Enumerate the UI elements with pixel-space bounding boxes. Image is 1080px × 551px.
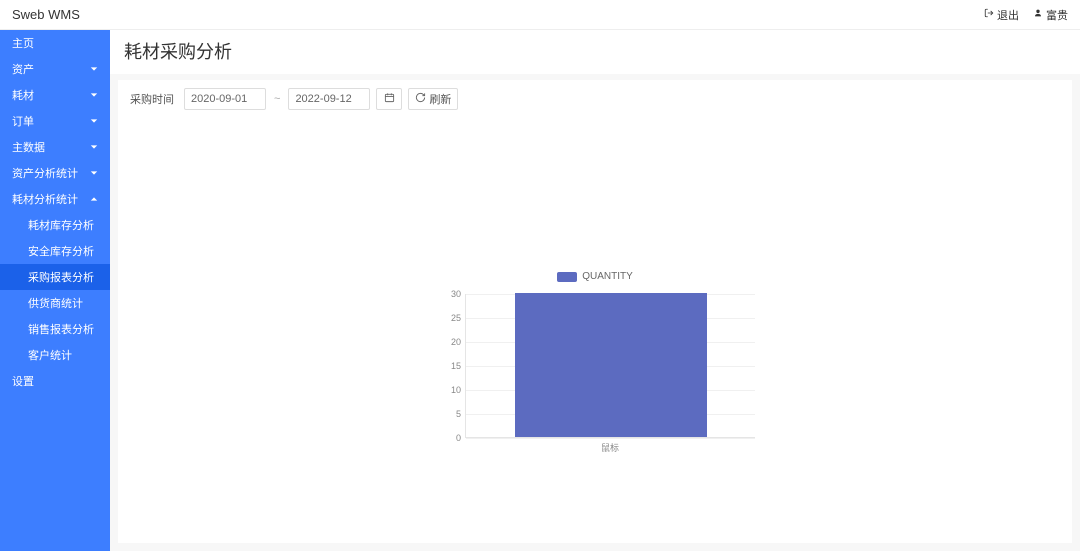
sidebar-item[interactable]: 订单: [0, 108, 110, 134]
filter-bar: 采购时间 ~ 刷新: [130, 88, 1060, 110]
sidebar-item[interactable]: 资产: [0, 56, 110, 82]
calendar-icon: [384, 92, 395, 106]
sidebar-item-label: 订单: [12, 113, 34, 129]
y-tick-label: 15: [435, 361, 461, 371]
sidebar-item-label: 主数据: [12, 139, 45, 155]
sidebar-subitem-label: 耗材库存分析: [28, 217, 94, 233]
logout-icon: [984, 8, 994, 21]
y-tick-label: 0: [435, 433, 461, 443]
start-date-input[interactable]: [184, 88, 266, 110]
user-link[interactable]: 富贵: [1033, 7, 1068, 23]
y-tick-label: 25: [435, 313, 461, 323]
sidebar-subitem[interactable]: 客户统计: [0, 342, 110, 368]
chart-legend: QUANTITY: [557, 271, 633, 282]
user-icon: [1033, 8, 1043, 21]
sidebar-subitem[interactable]: 采购报表分析: [0, 264, 110, 290]
refresh-label: 刷新: [429, 91, 451, 107]
gridline: [466, 438, 755, 439]
date-separator: ~: [272, 93, 282, 105]
chart: QUANTITY 0 5 10 15 20 25 30 鼠标: [130, 110, 1060, 535]
y-tick-label: 30: [435, 289, 461, 299]
sidebar-subitem-label: 供货商统计: [28, 295, 83, 311]
sidebar-item[interactable]: 设置: [0, 368, 110, 394]
topbar: Sweb WMS 退出 富贵: [0, 0, 1080, 30]
chevron-down-icon: [90, 91, 98, 99]
chevron-down-icon: [90, 143, 98, 151]
sidebar-item[interactable]: 主数据: [0, 134, 110, 160]
chart-plot: 051015202530鼠标: [435, 294, 755, 454]
sidebar-subitem-label: 采购报表分析: [28, 269, 94, 285]
logout-link[interactable]: 退出: [984, 7, 1019, 23]
sidebar: 主页资产耗材订单主数据资产分析统计耗材分析统计耗材库存分析安全库存分析采购报表分…: [0, 30, 110, 551]
chart-bar: [515, 293, 706, 437]
sidebar-item-label: 耗材分析统计: [12, 191, 78, 207]
content-panel: 采购时间 ~ 刷新 QUA: [118, 80, 1072, 543]
sidebar-item-label: 主页: [12, 35, 34, 51]
sidebar-subitem-label: 销售报表分析: [28, 321, 94, 337]
filter-label: 采购时间: [130, 91, 174, 107]
sidebar-item-label: 资产: [12, 61, 34, 77]
end-date-input[interactable]: [288, 88, 370, 110]
chevron-down-icon: [90, 65, 98, 73]
sidebar-subitem-label: 客户统计: [28, 347, 72, 363]
user-label: 富贵: [1046, 7, 1068, 23]
refresh-icon: [415, 92, 426, 106]
top-actions: 退出 富贵: [984, 7, 1068, 23]
legend-swatch-quantity: [557, 272, 577, 282]
chart-plot-area: [465, 294, 755, 438]
sidebar-item[interactable]: 主页: [0, 30, 110, 56]
sidebar-item[interactable]: 资产分析统计: [0, 160, 110, 186]
chevron-down-icon: [90, 117, 98, 125]
sidebar-item-label: 耗材: [12, 87, 34, 103]
logout-label: 退出: [997, 7, 1019, 23]
y-tick-label: 5: [435, 409, 461, 419]
sidebar-subitem[interactable]: 供货商统计: [0, 290, 110, 316]
x-tick-label: 鼠标: [601, 441, 619, 454]
legend-label: QUANTITY: [582, 271, 633, 282]
main-region: 耗材采购分析 采购时间 ~ 刷新: [110, 30, 1080, 551]
y-tick-label: 10: [435, 385, 461, 395]
sidebar-subitem[interactable]: 安全库存分析: [0, 238, 110, 264]
chevron-down-icon: [90, 169, 98, 177]
y-tick-label: 20: [435, 337, 461, 347]
sidebar-subitem[interactable]: 销售报表分析: [0, 316, 110, 342]
calendar-button[interactable]: [376, 88, 402, 110]
sidebar-item-label: 设置: [12, 373, 34, 389]
sidebar-item-label: 资产分析统计: [12, 165, 78, 181]
sidebar-item[interactable]: 耗材分析统计: [0, 186, 110, 212]
brand: Sweb WMS: [12, 7, 80, 22]
sidebar-item[interactable]: 耗材: [0, 82, 110, 108]
sidebar-subitem[interactable]: 耗材库存分析: [0, 212, 110, 238]
refresh-button[interactable]: 刷新: [408, 88, 458, 110]
page-title: 耗材采购分析: [110, 30, 1080, 74]
chevron-up-icon: [90, 195, 98, 203]
sidebar-subitem-label: 安全库存分析: [28, 243, 94, 259]
